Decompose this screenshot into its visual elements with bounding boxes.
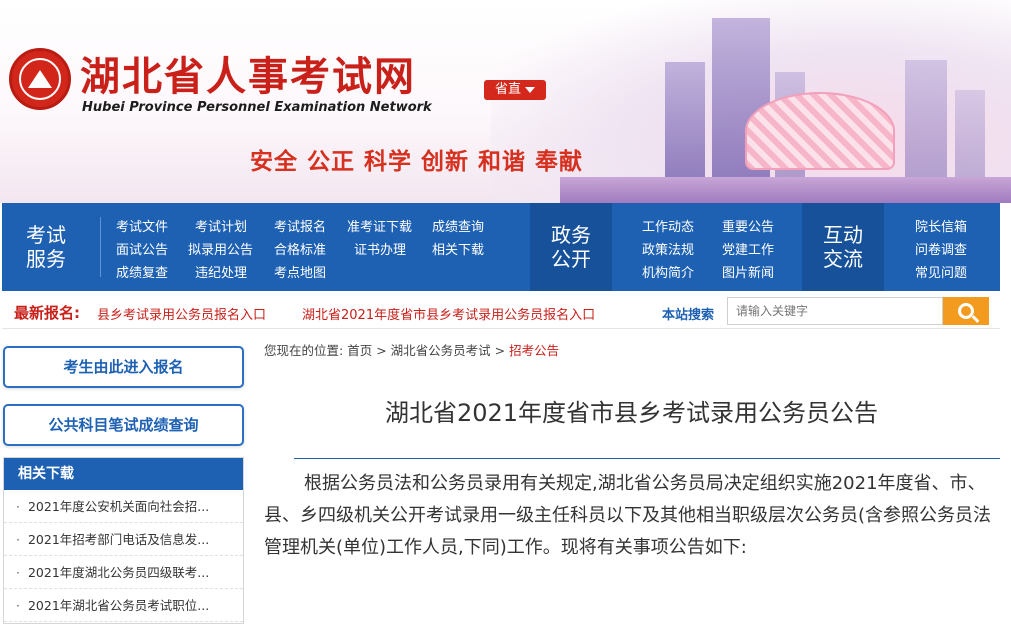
candidate-register-button[interactable]: 考生由此进入报名 [3,346,244,388]
site-slogan: 安全 公正 科学 创新 和谐 奉献 [250,149,584,175]
bullet-icon: · [16,499,20,514]
download-item-label: 2021年招考部门电话及信息发... [27,532,210,547]
search-input[interactable] [727,297,943,325]
nav-group-gov-affairs: 政务 公开 [530,203,612,291]
nav-link[interactable]: 合格标准 [274,239,326,258]
nav-group-title: 互动 交流 [823,223,863,271]
nav-link[interactable]: 政策法规 [642,239,694,258]
nav-link[interactable]: 证书办理 [354,239,406,258]
nav-link[interactable]: 违纪处理 [195,262,247,281]
site-logo-icon[interactable] [9,48,71,110]
nav-link[interactable]: 党建工作 [722,239,774,258]
latest-link[interactable]: 湖北省2021年度省市县乡考试录用公务员报名入口 [302,304,595,323]
nav-group-title: 考试 服务 [26,223,66,271]
download-item[interactable]: · 2021年招考部门电话及信息发... [4,523,243,556]
bullet-icon: · [16,565,20,580]
nav-link[interactable]: 拟录用公告 [188,239,253,258]
banner-water [560,177,1011,203]
header-banner: 湖北省人事考试网 Hubei Province Personnel Examin… [0,0,1011,203]
bullet-icon: · [16,532,20,547]
download-item[interactable]: · 2021年湖北省公务员考试职位... [4,589,243,622]
nav-link[interactable]: 问卷调查 [915,239,967,258]
downloads-title: 相关下载 [4,458,243,490]
download-item-label: 2021年湖北省公务员考试职位... [27,598,210,613]
nav-group-title: 政务 公开 [551,223,591,271]
title-divider [294,458,1000,459]
breadcrumb-section[interactable]: 湖北省公务员考试 [391,343,491,358]
nav-link[interactable]: 成绩查询 [432,216,484,235]
nav-link[interactable]: 相关下载 [432,239,484,258]
download-item-label: 2021年度湖北公务员四级联考... [27,565,210,580]
download-item-label: 2021年度公安机关面向社会招... [27,499,210,514]
nav-link[interactable]: 机构简介 [642,262,694,281]
nav-group-exam-services: 考试 服务 [2,203,90,291]
nav-link[interactable]: 成绩复查 [116,262,168,281]
banner-building [665,62,705,183]
nav-link[interactable]: 工作动态 [642,216,694,235]
search-icon [958,303,974,319]
nav-group-interaction: 互动 交流 [802,203,884,291]
breadcrumb-prefix: 您现在的位置: [264,343,344,358]
nav-link[interactable]: 面试公告 [116,239,168,258]
breadcrumb-separator: > [494,343,506,358]
breadcrumb-separator: > [376,343,387,358]
nav-link[interactable]: 重要公告 [722,216,774,235]
downloads-panel: 相关下载 · 2021年度公安机关面向社会招... · 2021年招考部门电话及信息… [3,457,244,624]
nav-link[interactable]: 院长信箱 [915,216,967,235]
latest-registration-bar: 最新报名: 县乡考试录用公务员报名入口 湖北省2021年度省市县乡考试录用公务员… [2,291,1000,329]
download-item[interactable]: · 2021年度湖北公务员四级联考... [4,556,243,589]
download-item[interactable]: · 2021年度公安机关面向社会招... [4,490,243,523]
nav-link[interactable]: 准考证下载 [347,216,412,235]
nav-link[interactable]: 考试计划 [195,216,247,235]
main-nav: 考试 服务 考试文件 考试计划 考试报名 准考证下载 成绩查询 面试公告 拟录用公… [2,203,1000,291]
site-subtitle: Hubei Province Personnel Examination Net… [82,100,432,115]
region-selector[interactable]: 省直 [484,80,546,100]
score-query-button[interactable]: 公共科目笔试成绩查询 [3,404,244,446]
latest-label: 最新报名: [14,304,80,322]
article-body: 根据公务员法和公务员录用有关规定,湖北省公务员局决定组织实施2021年度省、市、… [264,473,992,558]
breadcrumb: 您现在的位置: 首页 > 湖北省公务员考试 > 招考公告 [264,340,559,359]
breadcrumb-home[interactable]: 首页 [347,343,372,358]
site-search-label: 本站搜索 [662,308,715,323]
caret-down-icon [525,86,535,93]
nav-link[interactable]: 考试文件 [116,216,168,235]
latest-link[interactable]: 县乡考试录用公务员报名入口 [97,304,266,323]
banner-building [905,60,947,183]
article-title: 湖北省2021年度省市县乡考试录用公务员公告 [384,399,879,427]
nav-link[interactable]: 考试报名 [274,216,326,235]
breadcrumb-current[interactable]: 招考公告 [509,343,559,358]
banner-stadium [745,92,895,170]
banner-building [955,90,985,183]
nav-link[interactable]: 常见问题 [915,262,967,281]
nav-link[interactable]: 考点地图 [274,262,326,281]
nav-link[interactable]: 图片新闻 [722,262,774,281]
search-button[interactable] [943,297,989,325]
site-title: 湖北省人事考试网 [80,54,416,100]
bullet-icon: · [16,598,20,613]
